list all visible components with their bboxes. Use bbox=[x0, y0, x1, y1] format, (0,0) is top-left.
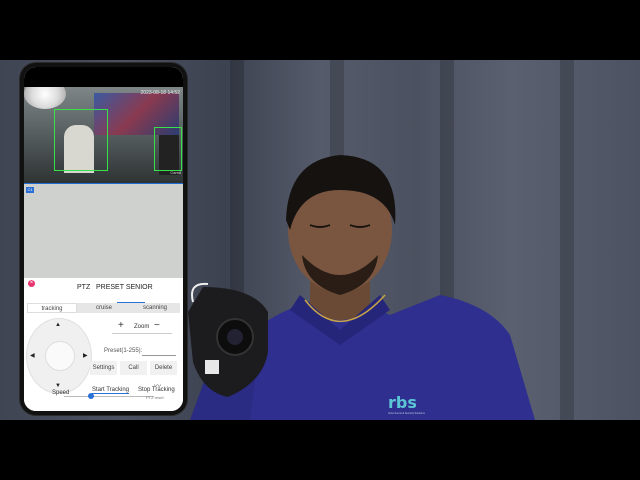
ptz-reset-button[interactable]: PTZ reset bbox=[146, 395, 164, 400]
channel-badge: C1 bbox=[26, 187, 34, 193]
arrow-up-icon[interactable]: ▲ bbox=[55, 322, 61, 328]
subtab-tracking[interactable]: tracking bbox=[27, 303, 77, 313]
stop-tracking-button[interactable]: Stop Tracking bbox=[138, 387, 175, 393]
call-button[interactable]: Call bbox=[120, 361, 147, 375]
settings-button[interactable]: Settings bbox=[90, 361, 117, 375]
shirt-logo-subtitle: Anbu Sound & Security Solutions bbox=[388, 412, 425, 415]
ptz-control-panel: × PTZ PRESET SENIOR tracking cruise scan… bbox=[24, 278, 183, 411]
channel-label: Camd bbox=[170, 170, 181, 175]
zoom-underline bbox=[112, 333, 172, 334]
tab-preset-senior[interactable]: PRESET SENIOR bbox=[96, 284, 153, 291]
speed-slider-track[interactable] bbox=[64, 396, 154, 397]
arrow-left-icon[interactable]: ◀ bbox=[30, 352, 35, 359]
phone-screen: 2023-08-18 14:52 Camd C1 × PTZ PRESET SE… bbox=[24, 67, 183, 411]
ptz-camera-device bbox=[188, 282, 268, 397]
zoom-label: Zoom bbox=[134, 324, 150, 330]
start-tracking-button[interactable]: Start Tracking bbox=[92, 387, 130, 394]
zoom-in-button[interactable]: + bbox=[118, 320, 124, 331]
camera-feed-2[interactable]: C1 bbox=[24, 183, 183, 279]
subtab-scanning[interactable]: scanning bbox=[130, 303, 180, 313]
shirt-logo: rbs bbox=[388, 393, 417, 412]
preset-label: Preset(1-255): bbox=[104, 348, 143, 354]
subtab-cruise[interactable]: cruise bbox=[79, 303, 129, 313]
arrow-right-icon[interactable]: ▶ bbox=[83, 352, 88, 359]
feed-timestamp: 2023-08-18 14:52 bbox=[140, 90, 180, 96]
tab-bar: PTZ PRESET SENIOR bbox=[24, 284, 183, 304]
tab-ptz[interactable]: PTZ bbox=[77, 284, 90, 291]
ceiling-light bbox=[24, 87, 66, 109]
status-bar bbox=[24, 67, 183, 87]
zoom-out-button[interactable]: − bbox=[154, 320, 160, 331]
preset-input[interactable] bbox=[142, 355, 176, 356]
arrow-down-icon[interactable]: ▼ bbox=[55, 383, 61, 389]
camera-feed-1[interactable]: 2023-08-18 14:52 Camd bbox=[24, 87, 183, 183]
delete-button[interactable]: Delete bbox=[150, 361, 177, 375]
direction-pad-center[interactable] bbox=[45, 341, 75, 371]
smartphone: 2023-08-18 14:52 Camd C1 × PTZ PRESET SE… bbox=[20, 63, 187, 415]
mode-tabs: tracking cruise scanning bbox=[27, 303, 180, 313]
detection-box bbox=[54, 109, 108, 171]
direction-pad[interactable]: ▲ ▼ ◀ ▶ bbox=[26, 318, 92, 394]
detection-box bbox=[154, 127, 182, 171]
